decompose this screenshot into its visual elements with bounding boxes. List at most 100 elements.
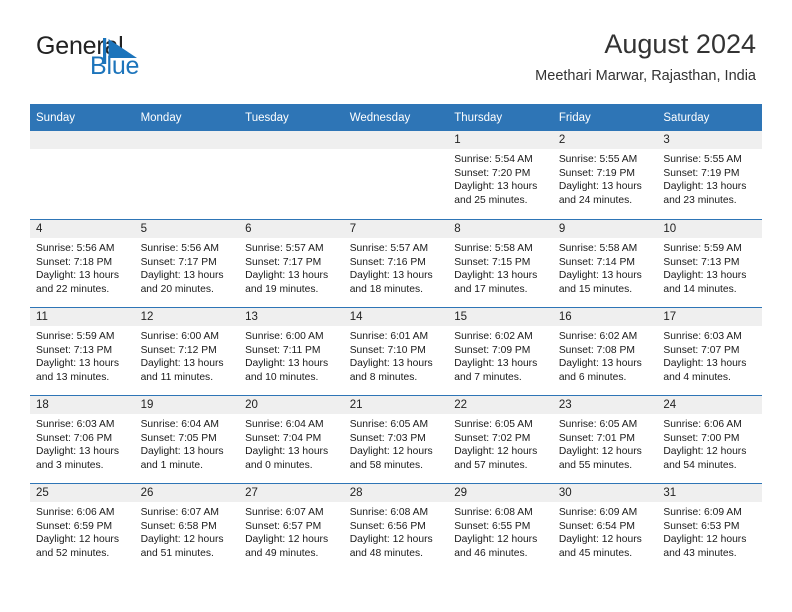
day-cell[interactable]: 8 Sunrise: 5:58 AM Sunset: 7:15 PM Daylight…: [448, 219, 553, 307]
daylight-text-line2: and 19 minutes.: [245, 283, 319, 295]
sunrise-text: Sunrise: 5:54 AM: [454, 154, 533, 165]
day-cell[interactable]: 9 Sunrise: 5:58 AM Sunset: 7:14 PM Daylight…: [552, 219, 658, 307]
daylight-text-line1: Daylight: 12 hours: [454, 534, 538, 546]
day-details: Sunrise: 6:00 AM Sunset: 7:11 PM Daylight:…: [239, 326, 344, 384]
calendar-day-cell: 12 Sunrise: 6:00 AM Sunset: 7:12 PM Dayligh…: [134, 307, 240, 395]
day-number: 6: [239, 220, 344, 238]
day-number: [30, 131, 135, 149]
calendar-day-cell: 23 Sunrise: 6:05 AM Sunset: 7:01 PM Dayligh…: [552, 395, 658, 483]
day-number: 14: [343, 308, 449, 326]
day-cell[interactable]: 31 Sunrise: 6:09 AM Sunset: 6:53 PM Dayligh…: [657, 483, 762, 571]
page-title: August 2024: [604, 29, 756, 59]
day-cell[interactable]: 1 Sunrise: 5:54 AM Sunset: 7:20 PM Daylight…: [448, 131, 553, 219]
calendar-day-cell: [30, 131, 135, 219]
day-cell[interactable]: 30 Sunrise: 6:09 AM Sunset: 6:54 PM Dayligh…: [552, 483, 658, 571]
calendar-header-row: Sunday Monday Tuesday Wednesday Thursday…: [30, 104, 762, 131]
daylight-text-line2: and 43 minutes.: [663, 547, 737, 559]
sunrise-text: Sunrise: 6:09 AM: [663, 507, 742, 518]
day-cell[interactable]: 29 Sunrise: 6:08 AM Sunset: 6:55 PM Dayligh…: [448, 483, 553, 571]
daylight-text-line2: and 11 minutes.: [140, 371, 214, 383]
sunrise-text: Sunrise: 5:56 AM: [36, 243, 115, 254]
sunrise-text: Sunrise: 6:07 AM: [245, 507, 324, 518]
daylight-text-line1: Daylight: 13 hours: [558, 181, 642, 193]
daylight-text-line2: and 18 minutes.: [349, 283, 423, 295]
sunrise-text: Sunrise: 6:07 AM: [140, 507, 219, 518]
day-number: 3: [657, 131, 762, 149]
sunset-text: Sunset: 7:13 PM: [663, 256, 740, 268]
daylight-text-line1: Daylight: 13 hours: [454, 181, 538, 193]
day-cell[interactable]: 13 Sunrise: 6:00 AM Sunset: 7:11 PM Dayligh…: [239, 307, 344, 395]
day-cell[interactable]: 14 Sunrise: 6:01 AM Sunset: 7:10 PM Dayligh…: [343, 307, 449, 395]
sunrise-text: Sunrise: 6:04 AM: [140, 419, 219, 430]
daylight-text-line2: and 23 minutes.: [663, 194, 737, 206]
daylight-text-line2: and 8 minutes.: [349, 371, 418, 383]
day-cell[interactable]: 26 Sunrise: 6:07 AM Sunset: 6:58 PM Dayligh…: [134, 483, 240, 571]
daylight-text-line1: Daylight: 13 hours: [140, 358, 224, 370]
day-number: [343, 131, 449, 149]
day-cell[interactable]: 18 Sunrise: 6:03 AM Sunset: 7:06 PM Dayligh…: [30, 395, 135, 483]
day-cell[interactable]: 3 Sunrise: 5:55 AM Sunset: 7:19 PM Daylight…: [657, 131, 762, 219]
daylight-text-line1: Daylight: 13 hours: [454, 270, 538, 282]
day-number: 30: [552, 484, 658, 502]
day-cell[interactable]: 20 Sunrise: 6:04 AM Sunset: 7:04 PM Dayligh…: [239, 395, 344, 483]
day-cell[interactable]: 15 Sunrise: 6:02 AM Sunset: 7:09 PM Dayligh…: [448, 307, 553, 395]
day-cell[interactable]: 19 Sunrise: 6:04 AM Sunset: 7:05 PM Dayligh…: [134, 395, 240, 483]
sunset-text: Sunset: 6:57 PM: [245, 520, 322, 532]
calendar-day-cell: 10 Sunrise: 5:59 AM Sunset: 7:13 PM Dayligh…: [657, 219, 762, 307]
day-cell[interactable]: 24 Sunrise: 6:06 AM Sunset: 7:00 PM Dayligh…: [657, 395, 762, 483]
day-cell[interactable]: 22 Sunrise: 6:05 AM Sunset: 7:02 PM Dayligh…: [448, 395, 553, 483]
day-details: Sunrise: 6:04 AM Sunset: 7:04 PM Daylight:…: [239, 414, 344, 472]
daylight-text-line1: Daylight: 12 hours: [140, 534, 224, 546]
day-cell[interactable]: 23 Sunrise: 6:05 AM Sunset: 7:01 PM Dayligh…: [552, 395, 658, 483]
daylight-text-line2: and 14 minutes.: [663, 283, 737, 295]
sunrise-text: Sunrise: 6:03 AM: [36, 419, 115, 430]
day-details: Sunrise: 6:05 AM Sunset: 7:03 PM Daylight:…: [344, 414, 449, 472]
daylight-text-line1: Daylight: 13 hours: [36, 358, 119, 370]
sunrise-text: Sunrise: 6:00 AM: [245, 331, 324, 342]
calendar-week-row: 11 Sunrise: 5:59 AM Sunset: 7:13 PM Dayligh…: [30, 307, 762, 395]
daylight-text-line2: and 51 minutes.: [140, 547, 214, 559]
daylight-text-line2: and 3 minutes.: [36, 459, 104, 471]
daylight-text-line1: Daylight: 13 hours: [245, 270, 329, 282]
calendar-day-cell: 7 Sunrise: 5:57 AM Sunset: 7:16 PM Daylight…: [343, 219, 449, 307]
day-number: 4: [30, 220, 135, 238]
day-cell[interactable]: 6 Sunrise: 5:57 AM Sunset: 7:17 PM Daylight…: [239, 219, 344, 307]
calendar-day-cell: 18 Sunrise: 6:03 AM Sunset: 7:06 PM Dayligh…: [30, 395, 135, 483]
day-details: Sunrise: 6:02 AM Sunset: 7:09 PM Daylight:…: [448, 326, 553, 384]
day-cell[interactable]: 7 Sunrise: 5:57 AM Sunset: 7:16 PM Daylight…: [343, 219, 449, 307]
sunset-text: Sunset: 7:14 PM: [558, 256, 635, 268]
day-cell[interactable]: 28 Sunrise: 6:08 AM Sunset: 6:56 PM Dayligh…: [343, 483, 449, 571]
day-cell[interactable]: 25 Sunrise: 6:06 AM Sunset: 6:59 PM Dayligh…: [30, 483, 135, 571]
day-cell[interactable]: 12 Sunrise: 6:00 AM Sunset: 7:12 PM Dayligh…: [134, 307, 240, 395]
sunset-text: Sunset: 7:06 PM: [36, 432, 113, 444]
day-cell[interactable]: 17 Sunrise: 6:03 AM Sunset: 7:07 PM Dayligh…: [657, 307, 762, 395]
day-cell[interactable]: 5 Sunrise: 5:56 AM Sunset: 7:17 PM Daylight…: [134, 219, 240, 307]
day-details: Sunrise: 6:06 AM Sunset: 7:00 PM Daylight:…: [657, 414, 762, 472]
day-cell[interactable]: 4 Sunrise: 5:56 AM Sunset: 7:18 PM Daylight…: [30, 219, 135, 307]
day-details: Sunrise: 6:04 AM Sunset: 7:05 PM Daylight:…: [135, 414, 240, 472]
daylight-text-line2: and 0 minutes.: [245, 459, 313, 471]
calendar-table: Sunday Monday Tuesday Wednesday Thursday…: [30, 104, 762, 571]
daylight-text-line2: and 6 minutes.: [558, 371, 627, 383]
calendar-day-cell: 6 Sunrise: 5:57 AM Sunset: 7:17 PM Daylight…: [239, 219, 344, 307]
weekday-header-sunday: Sunday: [30, 104, 135, 131]
calendar-day-cell: 22 Sunrise: 6:05 AM Sunset: 7:02 PM Dayligh…: [448, 395, 553, 483]
day-cell[interactable]: 16 Sunrise: 6:02 AM Sunset: 7:08 PM Dayligh…: [552, 307, 658, 395]
daylight-text-line1: Daylight: 12 hours: [349, 534, 433, 546]
day-cell[interactable]: 10 Sunrise: 5:59 AM Sunset: 7:13 PM Dayligh…: [657, 219, 762, 307]
sunset-text: Sunset: 7:03 PM: [349, 432, 426, 444]
daylight-text-line2: and 7 minutes.: [454, 371, 522, 383]
day-number: 13: [239, 308, 344, 326]
day-cell[interactable]: 2 Sunrise: 5:55 AM Sunset: 7:19 PM Daylight…: [552, 131, 658, 219]
brand-logo[interactable]: General Blue: [36, 33, 266, 83]
daylight-text-line1: Daylight: 12 hours: [558, 534, 642, 546]
day-cell[interactable]: 27 Sunrise: 6:07 AM Sunset: 6:57 PM Dayligh…: [239, 483, 344, 571]
calendar-day-cell: [134, 131, 240, 219]
calendar-day-cell: 4 Sunrise: 5:56 AM Sunset: 7:18 PM Daylight…: [30, 219, 135, 307]
calendar-day-cell: 2 Sunrise: 5:55 AM Sunset: 7:19 PM Daylight…: [552, 131, 658, 219]
day-cell[interactable]: 11 Sunrise: 5:59 AM Sunset: 7:13 PM Dayligh…: [30, 307, 135, 395]
weekday-header-monday: Monday: [134, 104, 240, 131]
day-number: 17: [657, 308, 762, 326]
sunrise-text: Sunrise: 6:01 AM: [349, 331, 429, 342]
day-cell[interactable]: 21 Sunrise: 6:05 AM Sunset: 7:03 PM Dayligh…: [343, 395, 449, 483]
